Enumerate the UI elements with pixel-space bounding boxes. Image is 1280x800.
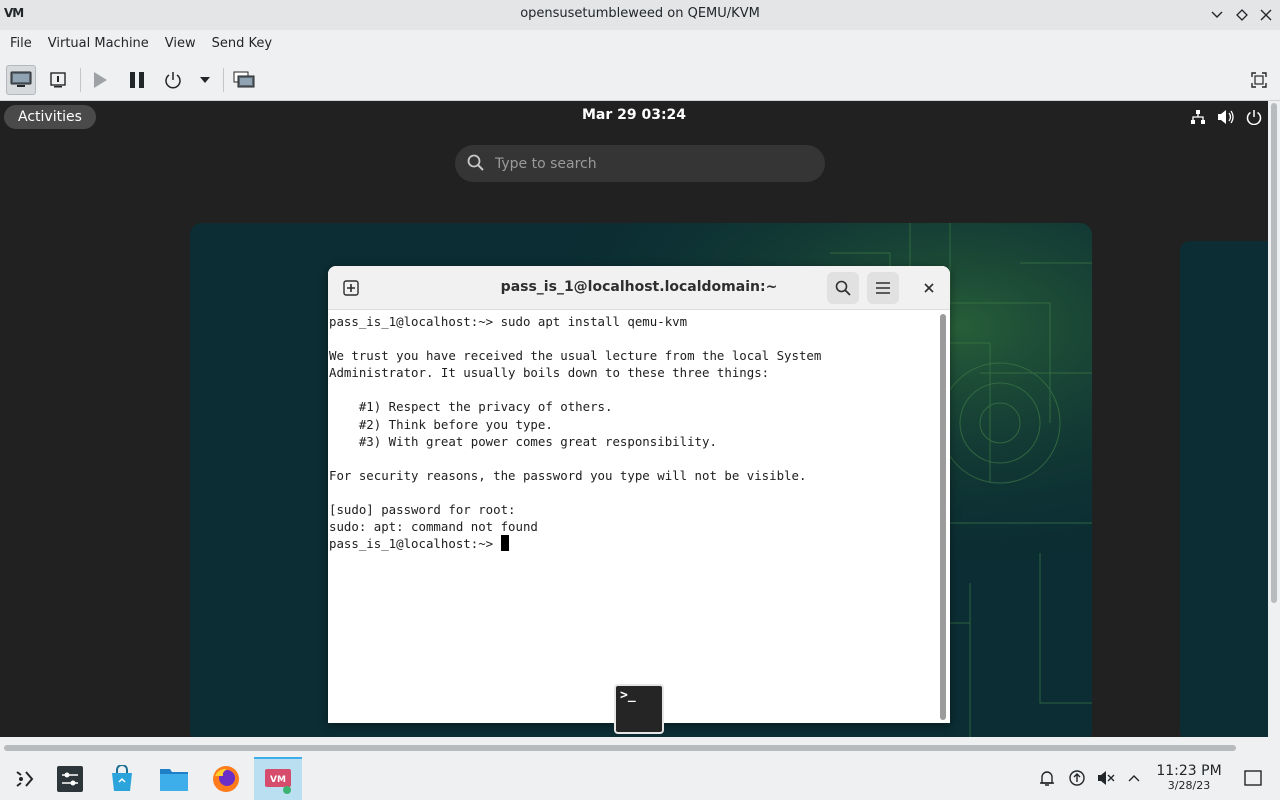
- window-titlebar: VM opensusetumbleweed on QEMU/KVM: [0, 0, 1280, 30]
- virt-manager-task-icon[interactable]: VM: [254, 757, 302, 800]
- menu-view[interactable]: View: [157, 30, 204, 58]
- terminal-line: Administrator. It usually boils down to …: [329, 365, 770, 381]
- window-title: opensusetumbleweed on QEMU/KVM: [520, 6, 760, 21]
- tray-expand-icon[interactable]: [1124, 768, 1144, 788]
- terminal-output[interactable]: pass_is_1@localhost:~> sudo apt install …: [329, 313, 939, 719]
- horizontal-scrollbar[interactable]: [0, 737, 1280, 757]
- menu-file[interactable]: File: [2, 30, 40, 58]
- terminal-headerbar: pass_is_1@localhost.localdomain:~: [328, 266, 950, 310]
- terminal-app-icon[interactable]: >_: [614, 684, 664, 734]
- workspace-next-thumbnail[interactable]: [1180, 241, 1268, 737]
- vertical-scrollbar[interactable]: [1268, 101, 1280, 737]
- terminal-prompt: pass_is_1@localhost:~>: [329, 536, 501, 552]
- alarm-icon[interactable]: [1037, 768, 1057, 788]
- terminal-glyph: >_: [620, 688, 636, 703]
- terminal-search-icon[interactable]: [827, 272, 859, 304]
- fullscreen-icon[interactable]: [1244, 65, 1274, 95]
- pause-icon[interactable]: [122, 65, 152, 95]
- horizontal-scrollbar-thumb[interactable]: [4, 745, 1236, 751]
- toolbar-separator: [80, 68, 81, 92]
- svg-text:VM: VM: [270, 775, 286, 785]
- menu-virtual-machine[interactable]: Virtual Machine: [40, 30, 157, 58]
- system-clock[interactable]: 11:23 PM 3/28/23: [1152, 763, 1226, 793]
- network-icon[interactable]: [1188, 107, 1208, 127]
- mute-icon[interactable]: [1096, 768, 1116, 788]
- snapshot-icon[interactable]: [229, 65, 259, 95]
- search-icon: [467, 154, 485, 176]
- system-time: 11:23 PM: [1156, 763, 1222, 779]
- discover-store-icon[interactable]: [98, 757, 146, 800]
- terminal-line: #3) With great power comes great respons…: [329, 433, 717, 449]
- terminal-prompt-line: pass_is_1@localhost:~>: [329, 535, 939, 552]
- menubar: File Virtual Machine View Send Key: [0, 30, 1280, 58]
- toolbar: [0, 58, 1280, 101]
- system-date: 3/28/23: [1167, 779, 1211, 792]
- terminal-cursor: [500, 535, 509, 552]
- hamburger-menu-icon[interactable]: [867, 272, 899, 304]
- menu-send-key[interactable]: Send Key: [204, 30, 280, 58]
- app-launcher-icon[interactable]: [0, 757, 48, 800]
- toolbar-separator: [223, 68, 224, 92]
- power-icon[interactable]: [158, 65, 188, 95]
- close-icon[interactable]: [1255, 4, 1277, 26]
- update-icon[interactable]: [1067, 768, 1087, 788]
- maximize-icon[interactable]: [1231, 4, 1253, 26]
- power-menu-icon[interactable]: [190, 65, 220, 95]
- system-power-icon[interactable]: [1244, 107, 1264, 127]
- overview-search[interactable]: [455, 145, 825, 182]
- terminal-line: We trust you have received the usual lec…: [329, 348, 822, 364]
- terminal-line: [sudo] password for root:: [329, 502, 516, 518]
- terminal-line: #1) Respect the privacy of others.: [329, 399, 613, 415]
- terminal-scrollbar[interactable]: [940, 314, 946, 720]
- search-input[interactable]: [495, 145, 805, 182]
- guest-clock[interactable]: Mar 29 03:24: [0, 107, 1268, 123]
- terminal-line: sudo: apt: command not found: [329, 519, 538, 535]
- show-desktop-icon[interactable]: [1243, 768, 1263, 788]
- system-settings-icon[interactable]: [46, 757, 94, 800]
- guest-display[interactable]: Activities Mar 29 03:24 Type to search p…: [0, 101, 1268, 737]
- taskbar: VM 11:23 PM 3/28/23: [0, 757, 1280, 800]
- file-manager-icon[interactable]: [150, 757, 198, 800]
- volume-icon[interactable]: [1216, 107, 1236, 127]
- firefox-icon[interactable]: [202, 757, 250, 800]
- terminal-line: #2) Think before you type.: [329, 416, 553, 432]
- terminal-close-icon[interactable]: [913, 272, 945, 304]
- terminal-line: pass_is_1@localhost:~> sudo apt install …: [329, 314, 688, 329]
- terminal-line: For security reasons, the password you t…: [329, 467, 807, 483]
- vertical-scrollbar-thumb[interactable]: [1271, 103, 1277, 603]
- run-icon[interactable]: [85, 65, 115, 95]
- details-icon[interactable]: [43, 65, 73, 95]
- console-icon[interactable]: [6, 65, 36, 95]
- minimize-icon[interactable]: [1206, 4, 1228, 26]
- terminal-window[interactable]: pass_is_1@localhost.localdomain:~ pass_i…: [328, 266, 950, 723]
